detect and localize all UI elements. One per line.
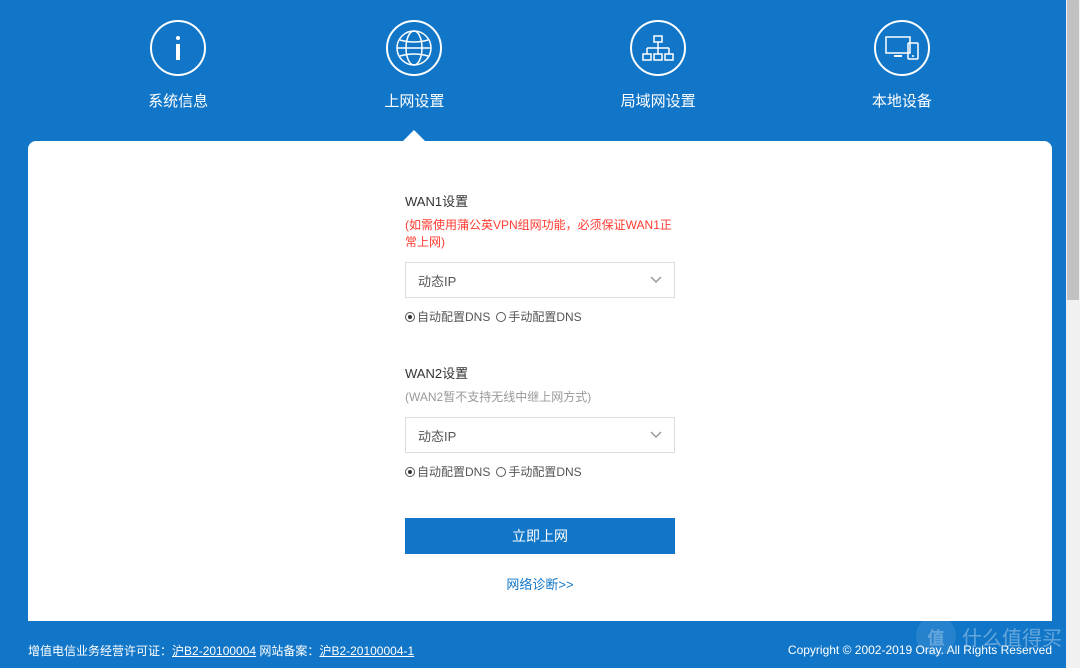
wan2-title: WAN2设置 bbox=[405, 363, 675, 382]
settings-panel: WAN1设置 (如需使用蒲公英VPN组网功能，必须保证WAN1正常上网) 动态I… bbox=[28, 141, 1052, 621]
info-icon bbox=[150, 20, 206, 76]
wan1-dns-radios: 自动配置DNS 手动配置DNS bbox=[405, 308, 675, 325]
footer-left: 增值电信业务经营许可证：沪B2-20100004 网站备案：沪B2-201000… bbox=[28, 642, 414, 659]
tab-internet-settings[interactable]: 上网设置 bbox=[384, 20, 444, 141]
tab-label: 本地设备 bbox=[872, 90, 932, 111]
wan2-dns-auto-radio[interactable]: 自动配置DNS bbox=[405, 463, 490, 480]
tab-local-devices[interactable]: 本地设备 bbox=[872, 20, 932, 141]
scrollbar[interactable] bbox=[1066, 0, 1080, 668]
wan2-mode-value: 动态IP bbox=[418, 426, 456, 445]
tab-lan-settings[interactable]: 局域网设置 bbox=[621, 20, 696, 141]
tab-label: 系统信息 bbox=[148, 90, 208, 111]
footer-copyright: Copyright © 2002-2019 Oray. All Rights R… bbox=[788, 643, 1052, 657]
tab-label: 局域网设置 bbox=[621, 90, 696, 111]
wan1-dns-manual-radio[interactable]: 手动配置DNS bbox=[496, 308, 581, 325]
wan2-mode-select[interactable]: 动态IP bbox=[405, 417, 675, 453]
wan2-dns-manual-radio[interactable]: 手动配置DNS bbox=[496, 463, 581, 480]
network-diagnosis-link[interactable]: 网络诊断>> bbox=[405, 574, 675, 593]
devices-icon bbox=[874, 20, 930, 76]
radio-off-icon bbox=[496, 312, 506, 322]
chevron-down-icon bbox=[650, 276, 662, 284]
radio-on-icon bbox=[405, 312, 415, 322]
license-link-1[interactable]: 沪B2-20100004 bbox=[172, 644, 256, 658]
tab-system-info[interactable]: 系统信息 bbox=[148, 20, 208, 141]
wan1-mode-value: 动态IP bbox=[418, 271, 456, 290]
wan1-section: WAN1设置 (如需使用蒲公英VPN组网功能，必须保证WAN1正常上网) 动态I… bbox=[405, 191, 675, 325]
wan2-dns-radios: 自动配置DNS 手动配置DNS bbox=[405, 463, 675, 480]
wan1-note: (如需使用蒲公英VPN组网功能，必须保证WAN1正常上网) bbox=[405, 216, 675, 250]
network-icon bbox=[630, 20, 686, 76]
footer: 增值电信业务经营许可证：沪B2-20100004 网站备案：沪B2-201000… bbox=[0, 632, 1080, 668]
wan2-note: (WAN2暂不支持无线中继上网方式) bbox=[405, 388, 675, 405]
wan1-dns-auto-radio[interactable]: 自动配置DNS bbox=[405, 308, 490, 325]
wan1-mode-select[interactable]: 动态IP bbox=[405, 262, 675, 298]
nav-tabs: 系统信息 上网设置 局域网设置 本地设备 bbox=[0, 0, 1080, 141]
tab-label: 上网设置 bbox=[384, 90, 444, 111]
chevron-down-icon bbox=[650, 431, 662, 439]
license-link-2[interactable]: 沪B2-20100004-1 bbox=[319, 644, 414, 658]
scrollbar-thumb[interactable] bbox=[1067, 0, 1079, 300]
radio-on-icon bbox=[405, 467, 415, 477]
radio-off-icon bbox=[496, 467, 506, 477]
connect-button[interactable]: 立即上网 bbox=[405, 518, 675, 554]
wan1-title: WAN1设置 bbox=[405, 191, 675, 210]
globe-icon bbox=[386, 20, 442, 76]
wan2-section: WAN2设置 (WAN2暂不支持无线中继上网方式) 动态IP 自动配置DNS 手… bbox=[405, 363, 675, 480]
